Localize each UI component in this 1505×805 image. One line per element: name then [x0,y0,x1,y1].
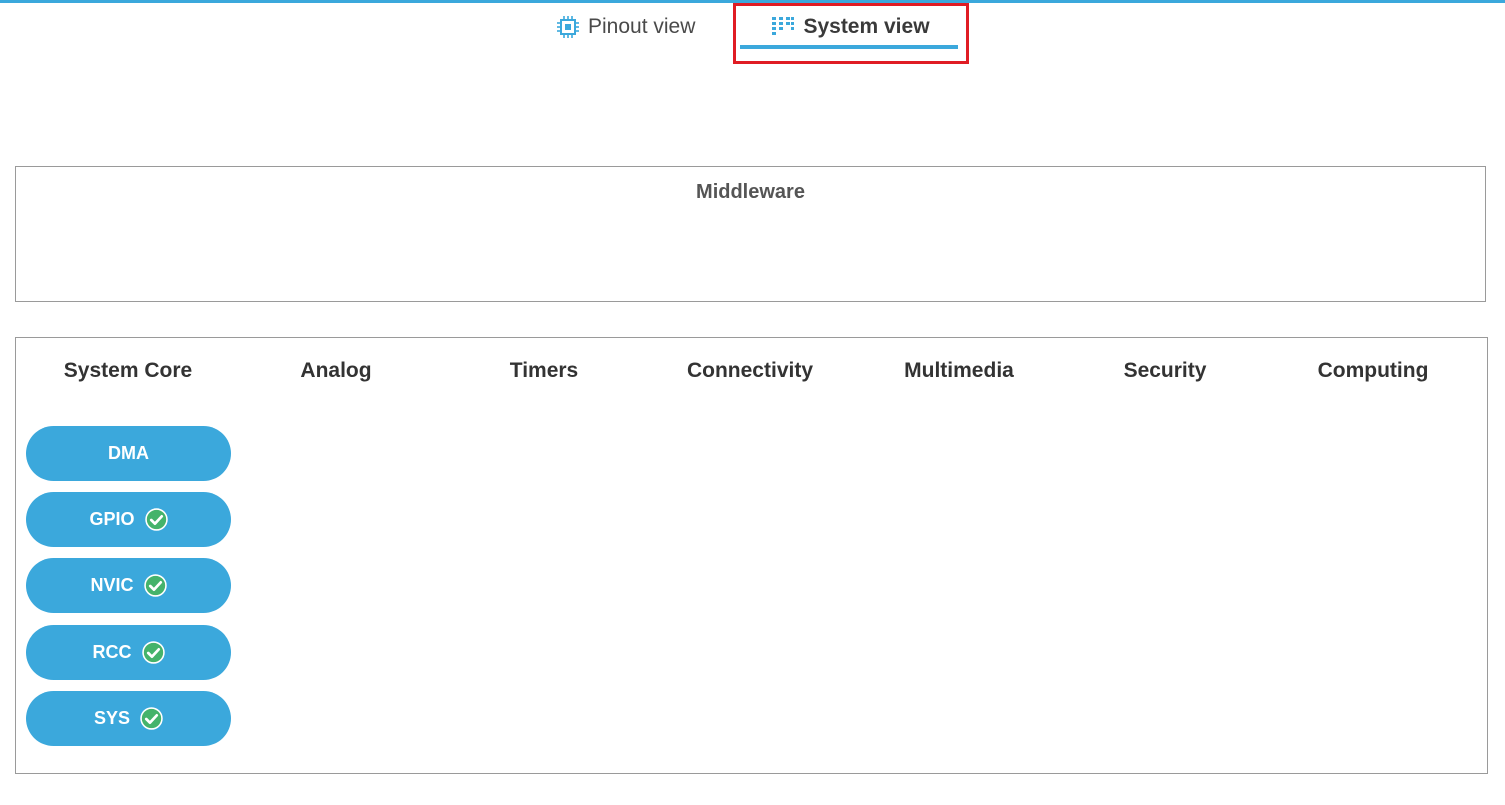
middleware-panel: Middleware [15,166,1486,302]
system-core-item-gpio[interactable]: GPIO [26,492,231,547]
tab-system-view[interactable]: System view [737,7,964,47]
tab-pinout-label: Pinout view [588,15,696,38]
system-view-icon [771,16,795,38]
category-timers: Timers [509,359,579,382]
category-connectivity: Connectivity [686,359,814,382]
item-label: DMA [108,443,149,463]
check-circle-icon [140,707,163,730]
middleware-title: Middleware [696,181,805,203]
system-core-item-sys[interactable]: SYS [26,691,231,746]
category-security: Security [1123,359,1207,382]
tab-pinout-view[interactable]: Pinout view [556,7,695,47]
check-circle-icon [143,574,167,597]
item-label: SYS [93,708,131,728]
check-circle-icon [144,508,168,531]
tab-system-label: System view [803,15,930,38]
system-core-item-rcc[interactable]: RCC [26,625,231,680]
item-label: NVIC [90,575,134,595]
active-tab-underline [740,45,958,49]
system-core-item-nvic[interactable]: NVIC [26,558,231,613]
category-multimedia: Multimedia [904,359,1014,382]
item-label: GPIO [89,509,135,529]
system-core-item-dma[interactable]: DMA [26,426,231,481]
category-computing: Computing [1317,359,1429,382]
item-label: RCC [92,642,132,662]
view-tabbar: Pinout view System view [0,3,1505,63]
check-circle-icon [141,641,165,664]
category-system-core: System Core [63,359,193,382]
category-analog: Analog [300,359,372,382]
categories-panel: System Core Analog Timers Connectivity M… [15,337,1488,774]
chip-icon [556,15,580,39]
